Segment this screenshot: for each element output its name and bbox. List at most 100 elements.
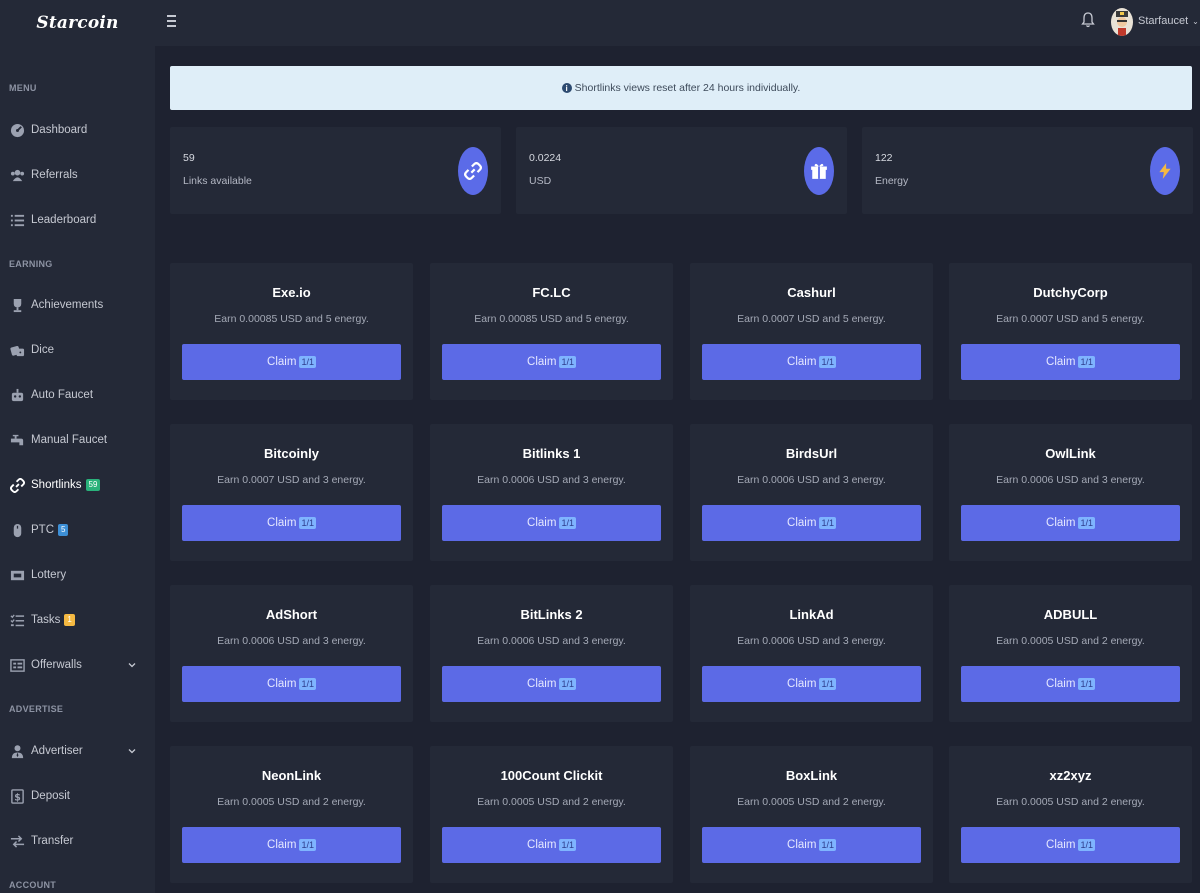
claim-count-badge: 1/1 [559,356,576,368]
shortlink-name: AdShort [265,607,318,622]
sidebar-item-label: Shortlinks [31,479,82,491]
stat-label: Links available [183,175,252,187]
claim-button[interactable]: Claim 1/1 [442,344,661,380]
shortlink-reward: Earn 0.0005 USD and 2 energy. [737,796,886,808]
shortlink-card: FC.LC Earn 0.00085 USD and 5 energy. Cla… [430,263,673,400]
shortlink-card: 100Count Clickit Earn 0.0005 USD and 2 e… [430,746,673,883]
shortlink-reward: Earn 0.0007 USD and 5 energy. [996,313,1145,325]
sidebar-item-dice[interactable]: Dice [0,335,155,365]
claim-count-badge: 1/1 [299,678,316,690]
advertiser-icon [10,744,25,759]
shortlink-reward: Earn 0.0006 USD and 3 energy. [217,635,366,647]
sidebar-item-label: Dice [31,344,55,356]
sidebar-item-lottery[interactable]: Lottery [0,560,155,590]
claim-count-badge: 1/1 [1078,839,1095,851]
mouse-icon [10,523,25,538]
sidebar-item-ptc[interactable]: PTC 5 [0,515,155,545]
claim-button[interactable]: Claim 1/1 [442,827,661,863]
sidebar-item-deposit[interactable]: $ Deposit [0,781,155,811]
sidebar-item-advertiser[interactable]: Advertiser [0,736,155,766]
brand-name: Starcoin [36,13,119,33]
claim-button[interactable]: Claim 1/1 [961,344,1180,380]
shortlink-name: LinkAd [789,607,834,622]
shortlink-reward: Earn 0.0005 USD and 2 energy. [477,796,626,808]
shortlink-card: Exe.io Earn 0.00085 USD and 5 energy. Cl… [170,263,413,400]
claim-button[interactable]: Claim 1/1 [442,666,661,702]
robot-icon [10,388,25,403]
claim-button[interactable]: Claim 1/1 [182,344,401,380]
chevron-down-icon [128,749,136,754]
sidebar-item-auto-faucet[interactable]: Auto Faucet [0,380,155,410]
claim-button[interactable]: Claim 1/1 [442,505,661,541]
shortlink-card: xz2xyz Earn 0.0005 USD and 2 energy. Cla… [949,746,1192,883]
shortlink-name: Cashurl [787,285,836,300]
claim-button[interactable]: Claim 1/1 [182,827,401,863]
stat-value: 59 [183,152,195,164]
ticket-icon [10,568,25,583]
sidebar-item-shortlinks[interactable]: Shortlinks 59 [0,470,155,500]
alert-text: Shortlinks views reset after 24 hours in… [574,82,801,94]
sidebar-item-label: Referrals [31,169,78,181]
claim-button[interactable]: Claim 1/1 [961,827,1180,863]
menu-toggle-icon[interactable] [167,15,177,29]
sidebar-item-leaderboard[interactable]: Leaderboard [0,205,155,235]
claim-label: Claim [787,517,817,529]
ptc-count-badge: 5 [58,524,69,536]
shortlink-name: NeonLink [261,768,322,783]
sidebar-item-achievements[interactable]: Achievements [0,290,155,320]
shortlink-name: BoxLink [785,768,838,783]
avatar[interactable] [1111,8,1133,36]
claim-count-badge: 1/1 [1078,517,1095,529]
shortlink-card: BirdsUrl Earn 0.0006 USD and 3 energy. C… [690,424,933,561]
claim-count-badge: 1/1 [559,839,576,851]
shortlink-name: Bitcoinly [264,446,319,461]
faucet-icon [10,433,25,448]
chevron-down-icon: ⌄ [1192,16,1199,26]
shortlink-reward: Earn 0.00085 USD and 5 energy. [214,313,369,325]
shortlink-reward: Earn 0.0005 USD and 2 energy. [217,796,366,808]
sidebar-item-manual-faucet[interactable]: Manual Faucet [0,425,155,455]
sidebar-item-referrals[interactable]: Referrals [0,160,155,190]
shortlink-reward: Earn 0.0005 USD and 2 energy. [996,635,1145,647]
section-account: ACCOUNT [9,880,57,890]
gift-icon [804,147,834,195]
tasks-count-badge: 1 [64,614,75,626]
claim-button[interactable]: Claim 1/1 [182,505,401,541]
claim-label: Claim [1046,356,1076,368]
claim-label: Claim [527,839,557,851]
info-icon: i [561,83,572,93]
sidebar: Starcoin MENU EARNING ADVERTISE ACCOUNT … [0,0,155,893]
sidebar-item-offerwalls[interactable]: Offerwalls [0,650,155,680]
claim-label: Claim [527,678,557,690]
claim-button[interactable]: Claim 1/1 [702,666,921,702]
username-label: Starfaucet [1138,15,1189,27]
claim-label: Claim [1046,839,1076,851]
claim-button[interactable]: Claim 1/1 [961,505,1180,541]
sidebar-item-transfer[interactable]: Transfer [0,826,155,856]
list-icon [10,213,25,228]
shortlink-card: BitLinks 2 Earn 0.0006 USD and 3 energy.… [430,585,673,722]
claim-button[interactable]: Claim 1/1 [702,827,921,863]
brand-logo[interactable]: Starcoin [0,0,155,46]
topbar: Starfaucet ⌄ [155,0,1200,46]
claim-label: Claim [267,678,297,690]
shortlink-reward: Earn 0.0006 USD and 3 energy. [737,474,886,486]
claim-button[interactable]: Claim 1/1 [702,505,921,541]
claim-button[interactable]: Claim 1/1 [702,344,921,380]
sidebar-item-tasks[interactable]: Tasks 1 [0,605,155,635]
user-menu[interactable]: Starfaucet ⌄ [1138,15,1199,27]
shortlink-name: BirdsUrl [785,446,838,461]
bell-icon[interactable] [1081,11,1095,29]
section-menu: MENU [9,83,37,93]
claim-button[interactable]: Claim 1/1 [961,666,1180,702]
transfer-icon [10,834,25,849]
sidebar-item-dashboard[interactable]: Dashboard [0,115,155,145]
stat-card-links: 59 Links available [170,127,501,214]
claim-button[interactable]: Claim 1/1 [182,666,401,702]
claim-label: Claim [527,356,557,368]
shortlink-reward: Earn 0.0007 USD and 3 energy. [217,474,366,486]
claim-label: Claim [787,839,817,851]
claim-label: Claim [527,517,557,529]
sidebar-item-label: Lottery [31,569,67,581]
claim-label: Claim [267,839,297,851]
